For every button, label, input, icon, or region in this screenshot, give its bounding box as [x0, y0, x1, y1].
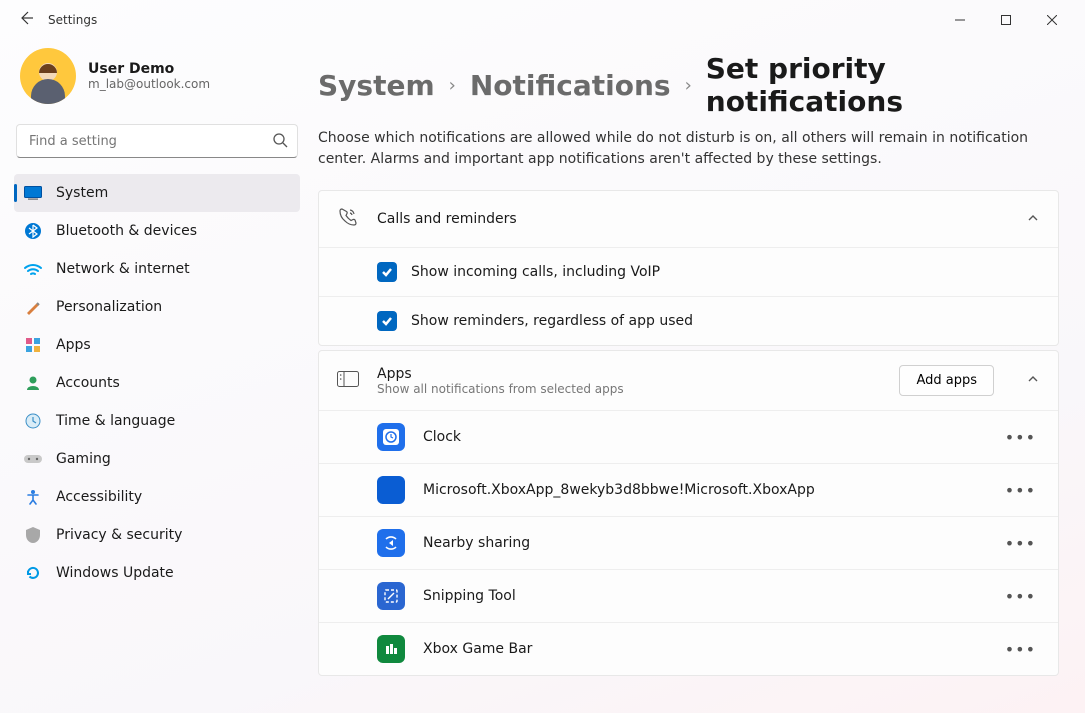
sidebar-item-label: Bluetooth & devices [56, 223, 197, 239]
sidebar-item-label: Privacy & security [56, 527, 182, 543]
app-row-gamebar: Xbox Game Bar ••• [319, 622, 1058, 675]
sidebar-item-label: Windows Update [56, 565, 174, 581]
app-name: Nearby sharing [423, 535, 983, 551]
sidebar-item-label: Network & internet [56, 261, 190, 277]
more-button[interactable]: ••• [1001, 530, 1040, 557]
show-reminders-row: Show reminders, regardless of app used [319, 296, 1058, 345]
gaming-icon [24, 450, 42, 468]
network-icon [24, 260, 42, 278]
sidebar-item-label: Personalization [56, 299, 162, 315]
search-input[interactable] [16, 124, 298, 158]
avatar [20, 48, 76, 104]
apps-icon [24, 336, 42, 354]
apps-header-icon [337, 371, 359, 391]
sidebar-item-label: Accounts [56, 375, 120, 391]
calls-reminders-header[interactable]: Calls and reminders [319, 191, 1058, 247]
add-apps-button[interactable]: Add apps [899, 365, 994, 396]
app-name: Clock [423, 429, 983, 445]
accounts-icon [24, 374, 42, 392]
calls-reminders-card: Calls and reminders Show incoming calls,… [318, 190, 1059, 346]
apps-heading: Apps [377, 366, 881, 382]
more-button[interactable]: ••• [1001, 583, 1040, 610]
window-title: Settings [48, 13, 97, 27]
snipping-icon [377, 582, 405, 610]
profile-block[interactable]: User Demo m_lab@outlook.com [14, 40, 300, 120]
more-button[interactable]: ••• [1001, 636, 1040, 663]
sidebar-item-accessibility[interactable]: Accessibility [14, 478, 300, 516]
nearby-icon [377, 529, 405, 557]
phone-icon [337, 207, 359, 231]
chevron-up-icon [1026, 371, 1040, 390]
app-row-xboxapp: Microsoft.XboxApp_8wekyb3d8bbwe!Microsof… [319, 463, 1058, 516]
chevron-right-icon: › [449, 75, 456, 96]
titlebar: Settings [0, 0, 1085, 40]
sidebar-item-bluetooth[interactable]: Bluetooth & devices [14, 212, 300, 250]
time-icon [24, 412, 42, 430]
apps-subheading: Show all notifications from selected app… [377, 382, 881, 396]
update-icon [24, 564, 42, 582]
app-row-clock: Clock ••• [319, 410, 1058, 463]
sidebar-item-personalization[interactable]: Personalization [14, 288, 300, 326]
privacy-icon [24, 526, 42, 544]
show-calls-row: Show incoming calls, including VoIP [319, 247, 1058, 296]
show-calls-checkbox[interactable] [377, 262, 397, 282]
apps-header[interactable]: Apps Show all notifications from selecte… [319, 351, 1058, 410]
app-row-snipping: Snipping Tool ••• [319, 569, 1058, 622]
sidebar-item-label: Time & language [56, 413, 175, 429]
breadcrumb-notifications[interactable]: Notifications [470, 69, 671, 102]
breadcrumb-current: Set priority notifications [706, 52, 1059, 118]
bluetooth-icon [24, 222, 42, 240]
sidebar-item-system[interactable]: System [14, 174, 300, 212]
nav-list: System Bluetooth & devices Network & int… [14, 174, 300, 592]
accessibility-icon [24, 488, 42, 506]
app-row-nearby: Nearby sharing ••• [319, 516, 1058, 569]
sidebar-item-gaming[interactable]: Gaming [14, 440, 300, 478]
more-button[interactable]: ••• [1001, 477, 1040, 504]
back-button[interactable] [10, 10, 42, 30]
show-calls-label: Show incoming calls, including VoIP [411, 264, 660, 280]
page-description: Choose which notifications are allowed w… [318, 128, 1038, 170]
breadcrumb-system[interactable]: System [318, 69, 435, 102]
sidebar-item-privacy[interactable]: Privacy & security [14, 516, 300, 554]
sidebar-item-label: Gaming [56, 451, 111, 467]
system-icon [24, 184, 42, 202]
user-name: User Demo [88, 61, 210, 77]
apps-card: Apps Show all notifications from selecte… [318, 350, 1059, 676]
show-reminders-checkbox[interactable] [377, 311, 397, 331]
sidebar-item-label: Accessibility [56, 489, 142, 505]
sidebar-item-network[interactable]: Network & internet [14, 250, 300, 288]
maximize-button[interactable] [983, 4, 1029, 36]
search-box [16, 124, 298, 158]
search-icon [272, 132, 288, 152]
sidebar-item-apps[interactable]: Apps [14, 326, 300, 364]
breadcrumb: System › Notifications › Set priority no… [318, 52, 1059, 118]
more-button[interactable]: ••• [1001, 424, 1040, 451]
personalization-icon [24, 298, 42, 316]
sidebar-item-label: System [56, 185, 108, 201]
sidebar-item-label: Apps [56, 337, 91, 353]
main-content: System › Notifications › Set priority no… [312, 40, 1085, 713]
minimize-button[interactable] [937, 4, 983, 36]
sidebar-item-accounts[interactable]: Accounts [14, 364, 300, 402]
chevron-up-icon [1026, 210, 1040, 229]
sidebar: User Demo m_lab@outlook.com System Bluet… [0, 40, 312, 713]
xboxapp-icon [377, 476, 405, 504]
show-reminders-label: Show reminders, regardless of app used [411, 313, 693, 329]
user-email: m_lab@outlook.com [88, 77, 210, 91]
close-button[interactable] [1029, 4, 1075, 36]
chevron-right-icon: › [685, 75, 692, 96]
sidebar-item-update[interactable]: Windows Update [14, 554, 300, 592]
sidebar-item-time[interactable]: Time & language [14, 402, 300, 440]
calls-reminders-title: Calls and reminders [377, 211, 1008, 227]
gamebar-icon [377, 635, 405, 663]
clock-icon [377, 423, 405, 451]
app-name: Microsoft.XboxApp_8wekyb3d8bbwe!Microsof… [423, 482, 983, 498]
app-name: Snipping Tool [423, 588, 983, 604]
app-name: Xbox Game Bar [423, 641, 983, 657]
